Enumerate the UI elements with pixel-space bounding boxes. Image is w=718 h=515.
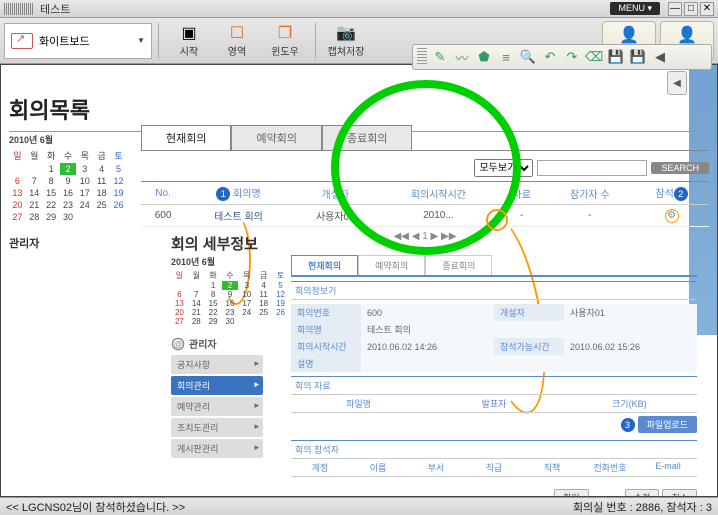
redo-tool[interactable]: ↷ — [563, 48, 581, 66]
gear-icon[interactable]: ⚙ — [665, 209, 679, 223]
detail-tab-current[interactable]: 현재회의 — [291, 255, 358, 275]
table-row[interactable]: 600 테스트 회의 사용자01 2010... - - ⚙ — [141, 205, 709, 227]
dropdown-icon: ▼ — [137, 36, 145, 45]
start-button[interactable]: ▣시작 — [165, 20, 213, 62]
window-button[interactable]: ❐윈도우 — [261, 20, 309, 62]
sidemenu-meeting-mgmt[interactable]: 회의관리 — [171, 376, 263, 395]
window-title: 테스트 — [40, 1, 70, 17]
region-icon: ☐ — [226, 23, 248, 43]
admin-at-icon: @ — [171, 337, 185, 351]
admin-sidemenu: 공지사항 회의관리 예약관리 조치도관리 게시판관리 — [171, 355, 263, 458]
status-bar: << LGCNS02님이 참석하셨습니다. >> 회의실 번호 : 2886, … — [0, 497, 718, 515]
col-data: 자료 — [498, 182, 546, 205]
board-mode-select[interactable]: 화이트보드 ▼ — [4, 23, 152, 59]
step-badge-3: 3 — [621, 418, 635, 432]
star-person-icon: 👤 — [677, 25, 697, 45]
ok-button[interactable]: 확인 — [554, 489, 589, 497]
menu-dropdown[interactable]: MENU ▾ — [610, 2, 660, 15]
app-logo — [4, 3, 34, 15]
start-icon: ▣ — [178, 23, 200, 43]
annotation-toolbar[interactable]: ✎ 〰 ⬟ ≡ 🔍 ↶ ↷ ⌫ 💾 💾 ◀ — [412, 44, 712, 70]
detail-tab-ended[interactable]: 종료회의 — [425, 255, 492, 275]
save-tool[interactable]: 💾 — [629, 48, 647, 66]
admin-label: 관리자 — [9, 235, 129, 251]
meeting-table: No. 1 회의명 개설자 회의시작시간 자료 참가자 수 참석2 600 테스… — [141, 182, 709, 227]
line-tool[interactable]: ≡ — [497, 48, 515, 66]
col-no: No. — [141, 182, 185, 205]
detail-tab-reserved[interactable]: 예약회의 — [358, 255, 425, 275]
tab-ended[interactable]: 종료회의 — [322, 125, 412, 150]
pen-tool[interactable]: ✎ — [431, 48, 449, 66]
whiteboard-content: ◀ 회의목록 2010년 6월 일월화수목금토 12345 6789101112… — [0, 64, 718, 497]
cancel-button[interactable]: 취소 — [662, 489, 697, 497]
col-name: 1 회의명 — [185, 182, 292, 205]
close-button[interactable]: ✕ — [700, 2, 714, 16]
participant-columns: 계정이름부서직급직책전화번호E-mail — [291, 459, 697, 477]
upload-button[interactable]: 파일업로드 — [638, 416, 697, 433]
minimize-button[interactable]: — — [668, 2, 682, 16]
file-columns: 파일명발표자크기(KB) — [291, 395, 697, 413]
col-creator: 개설자 — [292, 182, 379, 205]
camera-icon: 📷 — [335, 23, 357, 43]
presenter-icon: 👤 — [619, 25, 639, 45]
collapse-icon[interactable]: ◀ — [651, 48, 669, 66]
undo-tool[interactable]: ↶ — [541, 48, 559, 66]
filter-select[interactable]: 모두보기 — [474, 159, 533, 177]
tab-current[interactable]: 현재회의 — [141, 125, 231, 150]
whiteboard-icon — [11, 33, 33, 49]
sidemenu-board-mgmt[interactable]: 게시판관리 — [171, 439, 263, 458]
highlighter-tool[interactable]: 〰 — [453, 48, 471, 66]
svg-text:@: @ — [174, 338, 182, 348]
sidemenu-reserve-mgmt[interactable]: 예약관리 — [171, 397, 263, 416]
disk-tool[interactable]: 💾 — [607, 48, 625, 66]
main-calendar[interactable]: 2010년 6월 일월화수목금토 12345 6789101112 131415… — [9, 133, 127, 223]
sidemenu-notice[interactable]: 공지사항 — [171, 355, 263, 374]
detail-title: 회의 세부정보 — [171, 233, 697, 254]
save-button[interactable]: 수정 — [625, 489, 660, 497]
drag-grip-icon[interactable] — [417, 48, 427, 66]
room-info: 회의실 번호 : 2886, 참석자 : 3 — [573, 499, 712, 515]
board-mode-label: 화이트보드 — [39, 33, 90, 49]
detail-info-table: 회의번호600개설자사용자01 회의명테스트 회의 회의시작시간2010.06.… — [291, 304, 697, 372]
eraser-tool[interactable]: ⌫ — [585, 48, 603, 66]
info-section-header: 회의정보기 — [291, 281, 697, 300]
search-button[interactable]: SEARCH — [651, 162, 709, 174]
step-badge-2: 2 — [674, 187, 688, 201]
page-title: 회의목록 — [9, 93, 709, 125]
detail-calendar[interactable]: 2010년 6월 일월화수목금토 12345 6789101112 131415… — [171, 255, 289, 326]
shape-tool[interactable]: ⬟ — [475, 48, 493, 66]
col-participants: 참가자 수 — [545, 182, 634, 205]
filter-input[interactable] — [537, 160, 647, 176]
col-attend: 참석2 — [634, 182, 709, 205]
col-start: 회의시작시간 — [379, 182, 498, 205]
zoom-tool[interactable]: 🔍 — [519, 48, 537, 66]
region-button[interactable]: ☐영역 — [213, 20, 261, 62]
step-badge-1: 1 — [216, 187, 230, 201]
meeting-tabs: 현재회의 예약회의 종료회의 — [141, 125, 709, 151]
maximize-button[interactable]: □ — [684, 2, 698, 16]
tab-reserved[interactable]: 예약회의 — [231, 125, 321, 150]
titlebar: 테스트 MENU ▾ — □ ✕ — [0, 0, 718, 18]
calendar-month: 2010년 6월 — [9, 133, 127, 146]
capture-save-button[interactable]: 📷캡쳐저장 — [322, 20, 370, 62]
window-icon: ❐ — [274, 23, 296, 43]
status-message: << LGCNS02님이 참석하셨습니다. >> — [6, 499, 185, 515]
participants-section-header: 회의 참석자 — [291, 440, 697, 459]
files-section-header: 회의 자료 — [291, 376, 697, 395]
sidemenu-invite-mgmt[interactable]: 조치도관리 — [171, 418, 263, 437]
